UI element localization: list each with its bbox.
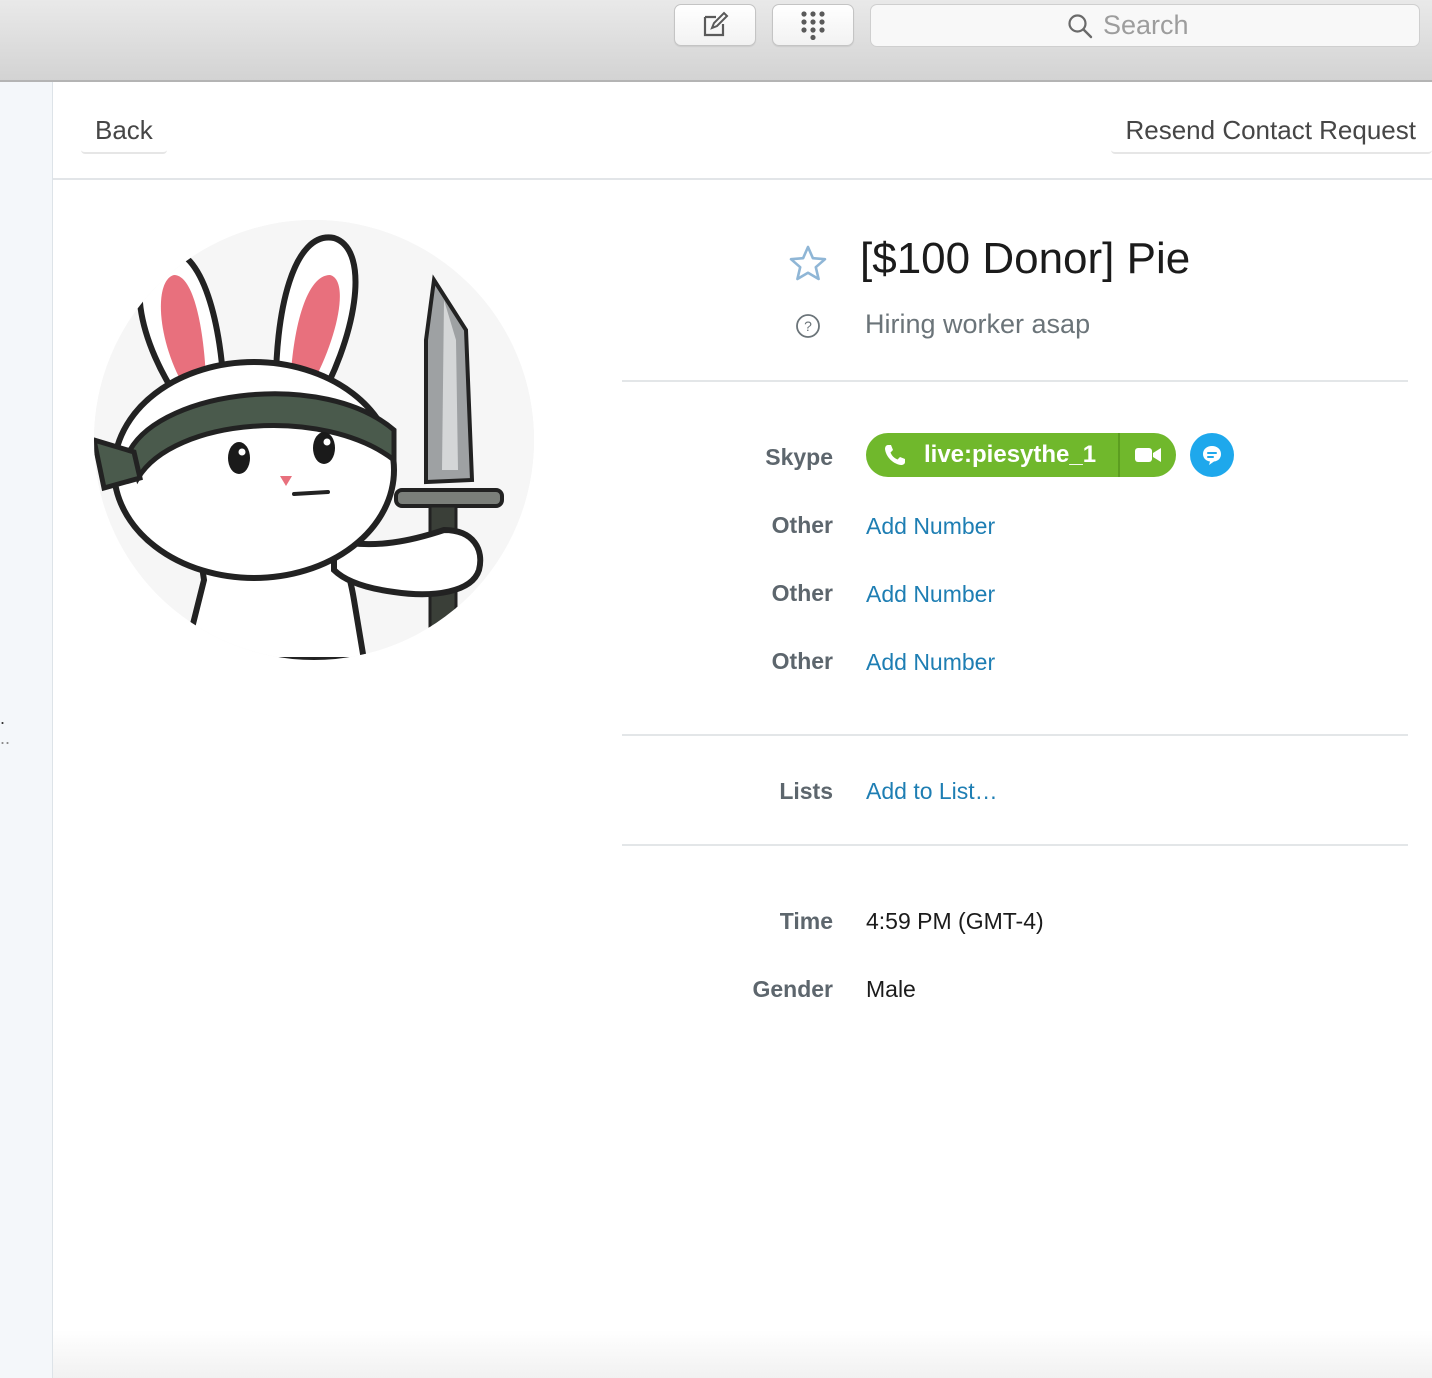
time-label: Time: [779, 908, 833, 934]
svg-text:?: ?: [804, 318, 812, 334]
gender-value: Male: [866, 976, 916, 1002]
phone-label-other: Other: [771, 580, 833, 606]
phone-icon: [866, 443, 924, 467]
add-number-link[interactable]: Add Number: [866, 513, 995, 540]
add-number-link[interactable]: Add Number: [866, 581, 995, 608]
avatar: [94, 220, 534, 660]
add-number-link[interactable]: Add Number: [866, 649, 995, 676]
skype-handle: live:piesythe_1: [924, 441, 1097, 468]
favorite-star-icon[interactable]: [788, 244, 828, 284]
compose-button[interactable]: [674, 4, 756, 46]
top-toolbar: [0, 0, 1432, 82]
phone-label-other: Other: [771, 648, 833, 674]
video-call-icon[interactable]: [1120, 446, 1176, 464]
dialpad-button[interactable]: [772, 4, 854, 46]
mood-help-icon: ?: [796, 314, 820, 338]
skype-call-button[interactable]: live:piesythe_1: [866, 433, 1176, 477]
phone-label-other: Other: [771, 512, 833, 538]
gender-label: Gender: [752, 976, 833, 1002]
chat-bubble-icon: [1203, 446, 1221, 465]
sidebar-edge: . ..: [0, 82, 53, 1378]
add-to-list-link[interactable]: Add to List…: [866, 778, 998, 805]
mood-message: Hiring worker asap: [865, 309, 1091, 339]
sidebar-truncated-text: .: [0, 708, 6, 728]
skype-label: Skype: [765, 444, 833, 470]
divider: [622, 380, 1408, 382]
search-input[interactable]: [1103, 10, 1223, 41]
compose-icon: [703, 11, 729, 37]
divider: [622, 734, 1408, 736]
search-icon: [1068, 13, 1093, 38]
chat-button[interactable]: [1190, 433, 1234, 477]
search-field[interactable]: [870, 4, 1420, 47]
dialpad-icon: [801, 11, 825, 40]
local-time-value: 4:59 PM (GMT-4): [866, 908, 1044, 934]
display-name: [$100 Donor] Pie: [860, 234, 1191, 283]
resend-contact-request-button[interactable]: Resend Contact Request: [1111, 106, 1432, 154]
sidebar-truncated-ellipsis: ..: [0, 728, 11, 748]
profile-nav-bar: Back Resend Contact Request: [53, 82, 1432, 180]
bottom-fade: [53, 1330, 1432, 1378]
lists-label: Lists: [779, 778, 833, 804]
back-button[interactable]: Back: [81, 106, 167, 154]
bunny-with-knife-avatar: [94, 220, 534, 660]
divider: [622, 844, 1408, 846]
